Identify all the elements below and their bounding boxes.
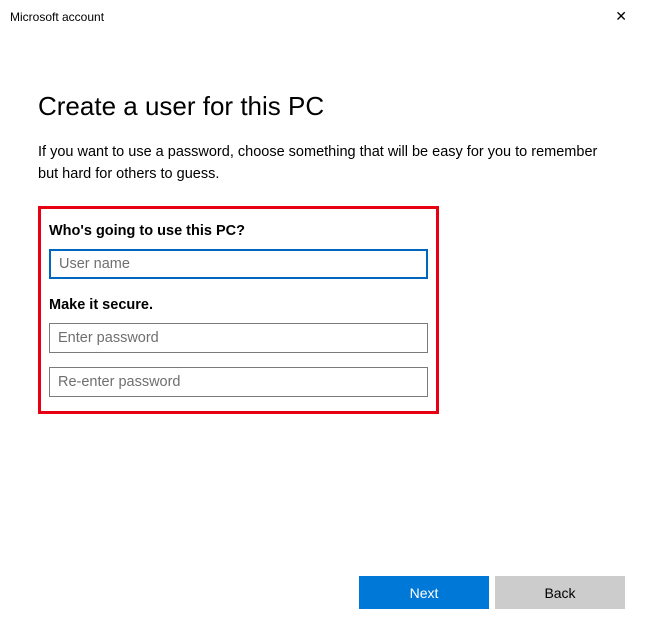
password-section-label: Make it secure. [49, 297, 428, 313]
page-subtitle: If you want to use a password, choose so… [38, 142, 607, 186]
username-section-label: Who's going to use this PC? [49, 223, 428, 239]
close-icon[interactable]: ✕ [607, 4, 635, 29]
form-highlight-box: Who's going to use this PC? Make it secu… [38, 206, 439, 414]
username-input[interactable] [49, 249, 428, 279]
page-title: Create a user for this PC [38, 91, 607, 122]
next-button[interactable]: Next [359, 576, 489, 609]
window-title: Microsoft account [10, 10, 104, 24]
titlebar: Microsoft account ✕ [0, 0, 645, 31]
back-button[interactable]: Back [495, 576, 625, 609]
confirm-password-input[interactable] [49, 367, 428, 397]
footer-buttons: Next Back [359, 576, 625, 609]
password-input[interactable] [49, 323, 428, 353]
content-area: Create a user for this PC If you want to… [0, 31, 645, 434]
